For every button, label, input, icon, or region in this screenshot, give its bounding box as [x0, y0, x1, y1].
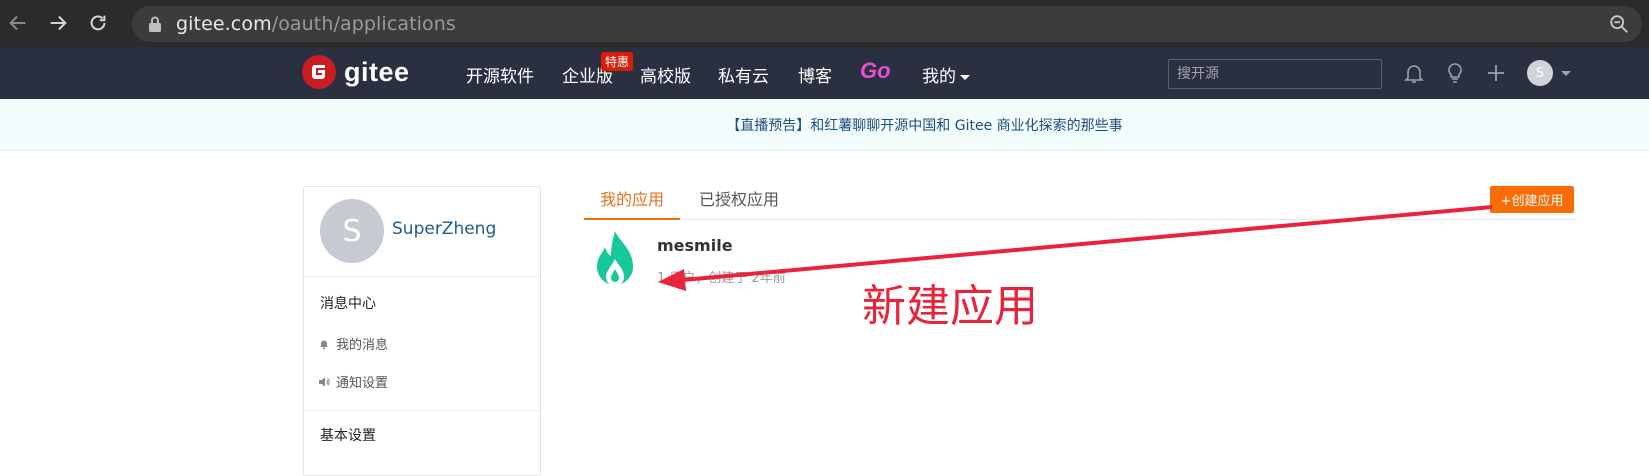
forward-icon[interactable] — [43, 8, 73, 38]
sidebar-item-my-messages[interactable]: 我的消息 — [318, 334, 388, 353]
tab-my-apps[interactable]: 我的应用 — [584, 186, 681, 220]
url-text: gitee.com/oauth/applications — [176, 13, 456, 35]
app-tabs: 我的应用 已授权应用 — [584, 182, 1576, 220]
chevron-down-icon — [960, 74, 970, 80]
sidebar-divider — [304, 410, 540, 411]
nav-mine-label: 我的 — [922, 67, 956, 87]
speaker-icon — [319, 377, 330, 386]
sidebar-item-notify-settings[interactable]: 通知设置 — [318, 372, 388, 391]
nav-open-source[interactable]: 开源软件 — [466, 62, 534, 87]
bell-small-icon — [320, 340, 328, 349]
browser-toolbar: gitee.com/oauth/applications — [0, 0, 1649, 47]
announcement-link[interactable]: 【直播预告】和红薯聊聊开源中国和 Gitee 商业化探索的那些事 — [0, 115, 1649, 135]
profile-username[interactable]: SuperZheng — [392, 219, 496, 239]
app-name[interactable]: mesmile — [657, 236, 733, 255]
nav-private-cloud[interactable]: 私有云 — [718, 62, 769, 87]
message-center-title: 消息中心 — [320, 296, 376, 312]
announcement-banner: 【直播预告】和红薯聊聊开源中国和 Gitee 商业化探索的那些事 — [0, 99, 1649, 151]
lock-icon — [149, 16, 161, 32]
reload-icon[interactable] — [83, 8, 113, 38]
sidebar-item-label: 我的消息 — [336, 338, 389, 353]
plus-icon[interactable] — [1484, 61, 1508, 85]
nav-education[interactable]: 高校版 — [640, 62, 691, 87]
sidebar-item-label: 通知设置 — [336, 376, 389, 391]
back-icon[interactable] — [3, 8, 33, 38]
address-bar[interactable]: gitee.com/oauth/applications — [132, 6, 1642, 42]
nav-blog[interactable]: 博客 — [798, 62, 832, 87]
gitee-logo-icon — [302, 55, 336, 89]
avatar[interactable]: S — [1527, 60, 1553, 86]
logo-text: gitee — [344, 56, 410, 87]
bell-icon[interactable] — [1402, 61, 1426, 85]
flame-icon[interactable] — [588, 229, 642, 293]
avatar-chevron-down-icon[interactable] — [1561, 71, 1571, 76]
lightbulb-icon[interactable] — [1443, 61, 1467, 85]
profile-avatar[interactable]: S — [320, 199, 384, 263]
tab-authorized-apps[interactable]: 已授权应用 — [699, 186, 779, 220]
gitee-logo[interactable]: gitee — [302, 55, 410, 89]
special-offer-badge: 特惠 — [601, 52, 634, 71]
app-meta: 1 用户，创建于 2年前 — [657, 271, 786, 286]
search-input[interactable] — [1168, 59, 1382, 89]
nav-go[interactable]: Go — [860, 58, 891, 84]
profile-card: S SuperZheng — [304, 187, 540, 277]
site-header: gitee 开源软件 企业版 特惠 高校版 私有云 博客 Go 我的 S — [0, 47, 1649, 99]
annotation-label: 新建应用 — [862, 281, 1038, 332]
nav-mine[interactable]: 我的 — [922, 62, 970, 87]
create-app-button[interactable]: +创建应用 — [1490, 186, 1574, 213]
settings-sidebar: S SuperZheng 消息中心 我的消息 通知设置 基本设置 — [303, 186, 541, 476]
zoom-icon[interactable] — [1608, 13, 1630, 35]
sidebar-item-basic-settings[interactable]: 基本设置 — [320, 425, 376, 445]
